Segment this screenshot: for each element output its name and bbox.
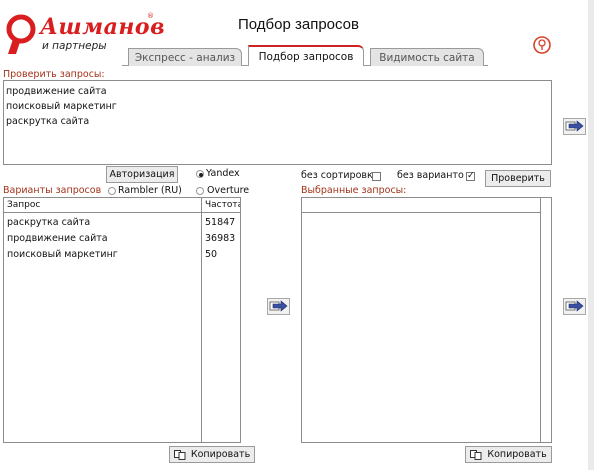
- window-edge: [588, 0, 594, 470]
- query-line: продвижение сайта: [6, 86, 107, 97]
- selected-queries-label: Выбранные запросы:: [301, 185, 407, 196]
- table-header: Запрос Частота: [4, 198, 240, 213]
- copy-selected-button[interactable]: Копировать: [465, 446, 552, 463]
- add-selected-button[interactable]: [267, 298, 290, 315]
- overture-radio[interactable]: [196, 187, 204, 195]
- arrow-right-icon: [565, 300, 584, 312]
- table-cell-query[interactable]: продвижение сайта: [7, 231, 108, 247]
- copy-icon: [470, 449, 482, 460]
- no-variants-checkbox[interactable]: ✓: [466, 172, 475, 181]
- column-header-query[interactable]: Запрос: [4, 198, 202, 212]
- check-queries-label: Проверить запросы:: [3, 69, 105, 80]
- variants-label: Варианты запросов: [3, 185, 102, 196]
- yandex-label: Yandex: [206, 168, 240, 179]
- transfer-button[interactable]: [563, 118, 586, 135]
- column-header-frequency[interactable]: Частота: [201, 198, 240, 212]
- table-cell-frequency: 36983: [205, 233, 236, 244]
- check-queries-textarea[interactable]: продвижение сайта поисковый маркетинг ра…: [3, 80, 552, 165]
- arrow-right-icon: [565, 120, 584, 132]
- query-line: раскрутка сайта: [6, 116, 90, 127]
- table-cell-frequency: 50: [205, 249, 218, 260]
- tab-express-analysis[interactable]: Экспресс - анализ: [128, 48, 242, 66]
- transfer-selected-button[interactable]: [563, 298, 586, 315]
- no-sort-checkbox[interactable]: [372, 172, 381, 181]
- check-button[interactable]: Проверить: [485, 170, 551, 187]
- logo-tagline: и партнеры: [42, 40, 107, 52]
- variants-table: Запрос Частота раскрутка сайта 51847 про…: [3, 197, 241, 443]
- no-sort-label: без сортировк: [301, 170, 373, 181]
- yandex-radio[interactable]: [196, 170, 204, 178]
- authorization-button[interactable]: Авторизация: [106, 166, 178, 183]
- logo-registered: ®: [147, 12, 154, 20]
- rambler-label: Rambler (RU): [118, 185, 182, 196]
- table-cell-query[interactable]: поисковый маркетинг: [7, 247, 118, 263]
- overture-label: Overture: [207, 185, 250, 196]
- selected-list-divider: [540, 198, 541, 442]
- table-cell-frequency: 51847: [205, 217, 236, 228]
- no-variants-label: без варианто: [397, 170, 464, 181]
- arrow-right-icon: [269, 300, 288, 312]
- query-line: поисковый маркетинг: [6, 101, 117, 112]
- copy-selected-label: Копировать: [487, 449, 547, 460]
- copy-variants-label: Копировать: [190, 449, 251, 460]
- tab-query-selection[interactable]: Подбор запросов: [248, 45, 364, 66]
- selected-list-header: [302, 198, 540, 213]
- page-title: Подбор запросов: [238, 16, 359, 33]
- table-cell-query[interactable]: раскрутка сайта: [7, 215, 90, 231]
- copy-icon: [173, 449, 186, 460]
- tab-site-visibility[interactable]: Видимость сайта: [370, 48, 484, 66]
- logo-mark: [6, 14, 36, 54]
- copy-variants-button[interactable]: Копировать: [169, 446, 255, 463]
- column-divider: [201, 212, 202, 442]
- selected-queries-list[interactable]: [301, 197, 552, 443]
- rambler-radio[interactable]: [108, 187, 116, 195]
- help-icon[interactable]: [532, 35, 552, 55]
